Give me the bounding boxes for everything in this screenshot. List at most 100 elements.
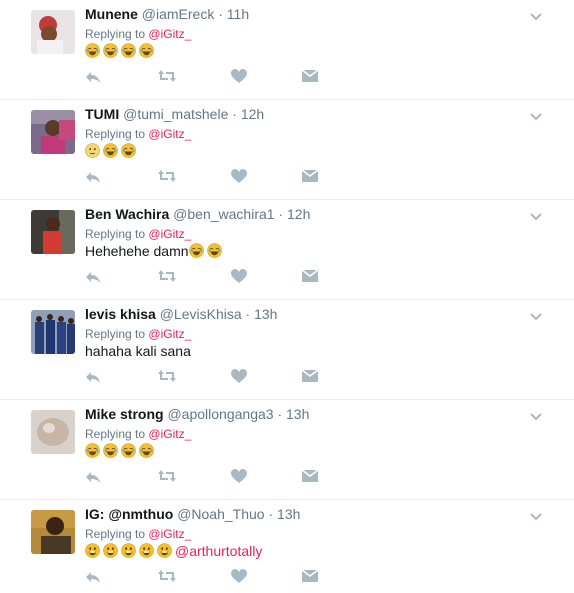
- reply-mention-link[interactable]: @iGitz_: [148, 327, 191, 341]
- tweet-time[interactable]: 11h: [227, 6, 249, 22]
- replying-to-label: Replying to: [85, 27, 146, 41]
- reply-mention-link[interactable]: @iGitz_: [148, 127, 191, 141]
- direct-message-icon[interactable]: [302, 69, 320, 85]
- joy-emoji-icon: [121, 43, 136, 58]
- author-name[interactable]: IG: @nmthuo: [85, 506, 173, 522]
- retweet-icon[interactable]: [158, 469, 176, 485]
- tweet-header: levis khisa @LevisKhisa · 13h: [85, 305, 277, 323]
- tweet-item[interactable]: Ben Wachira @ben_wachira1 · 12h Replying…: [0, 200, 574, 300]
- reply-icon[interactable]: [85, 569, 103, 585]
- replying-to-label: Replying to: [85, 427, 146, 441]
- chevron-down-icon[interactable]: [529, 109, 543, 121]
- chevron-down-icon[interactable]: [529, 409, 543, 421]
- tweet-item[interactable]: IG: @nmthuo @Noah_Thuo · 13h Replying to…: [0, 500, 574, 593]
- joy-emoji-icon: [103, 43, 118, 58]
- author-handle[interactable]: @tumi_matshele: [123, 106, 228, 122]
- mention-link[interactable]: @arthurtotally: [175, 543, 262, 559]
- retweet-icon[interactable]: [158, 569, 176, 585]
- chevron-down-icon[interactable]: [529, 509, 543, 521]
- joy-emoji-icon: [103, 443, 118, 458]
- avatar[interactable]: [31, 410, 75, 454]
- reply-icon[interactable]: [85, 169, 103, 185]
- joy-emoji-icon: [121, 143, 136, 158]
- tweet-item[interactable]: Mike strong @apollonganga3 · 13h Replyin…: [0, 400, 574, 500]
- author-name[interactable]: Munene: [85, 6, 138, 22]
- heart-icon[interactable]: [231, 69, 249, 85]
- author-handle[interactable]: @LevisKhisa: [160, 306, 242, 322]
- tweet-time[interactable]: 13h: [286, 406, 309, 422]
- direct-message-icon[interactable]: [302, 269, 320, 285]
- chevron-down-icon[interactable]: [529, 309, 543, 321]
- tweet-actions: [85, 369, 325, 387]
- retweet-icon[interactable]: [158, 269, 176, 285]
- tweet-header: Ben Wachira @ben_wachira1 · 12h: [85, 205, 310, 223]
- author-handle[interactable]: @iamEreck: [142, 6, 215, 22]
- tweet-text: [85, 142, 139, 160]
- tweet-actions: [85, 569, 325, 587]
- direct-message-icon[interactable]: [302, 469, 320, 485]
- replying-to-label: Replying to: [85, 327, 146, 341]
- author-name[interactable]: TUMI: [85, 106, 119, 122]
- avatar[interactable]: [31, 210, 75, 254]
- avatar[interactable]: [31, 510, 75, 554]
- heart-icon[interactable]: [231, 169, 249, 185]
- separator-dot: ·: [268, 506, 274, 522]
- tweet-time[interactable]: 12h: [241, 106, 264, 122]
- joy-emoji-icon: [85, 443, 100, 458]
- author-handle[interactable]: @Noah_Thuo: [177, 506, 264, 522]
- joy-emoji-icon: [139, 43, 154, 58]
- direct-message-icon[interactable]: [302, 369, 320, 385]
- heart-icon[interactable]: [231, 469, 249, 485]
- joy-emoji-icon: [188, 243, 204, 258]
- heart-icon[interactable]: [231, 569, 249, 585]
- replying-to-label: Replying to: [85, 227, 146, 241]
- avatar[interactable]: [31, 10, 75, 54]
- replying-to-label: Replying to: [85, 527, 146, 541]
- reply-mention-link[interactable]: @iGitz_: [148, 27, 191, 41]
- direct-message-icon[interactable]: [302, 569, 320, 585]
- neutral-emoji-icon: [85, 143, 100, 158]
- tweet-text-content: hahaha kali sana: [85, 343, 191, 359]
- reply-icon[interactable]: [85, 269, 103, 285]
- author-name[interactable]: levis khisa: [85, 306, 156, 322]
- direct-message-icon[interactable]: [302, 169, 320, 185]
- replying-to: Replying to @iGitz_: [85, 426, 191, 442]
- heart-icon[interactable]: [231, 269, 249, 285]
- reply-icon[interactable]: [85, 369, 103, 385]
- heart-icon[interactable]: [231, 369, 249, 385]
- grin-emoji-icon: [121, 543, 136, 558]
- tweet-time[interactable]: 12h: [287, 206, 310, 222]
- tweet-item[interactable]: TUMI @tumi_matshele · 12h Replying to @i…: [0, 100, 574, 200]
- tweet-time[interactable]: 13h: [277, 506, 300, 522]
- reply-mention-link[interactable]: @iGitz_: [148, 427, 191, 441]
- avatar-image: [31, 210, 75, 254]
- retweet-icon[interactable]: [158, 69, 176, 85]
- tweet-text-content: Hehehehe damn: [85, 243, 189, 259]
- chevron-down-icon[interactable]: [529, 209, 543, 221]
- tweet-text: @arthurtotally: [85, 542, 262, 560]
- tweet-header: Mike strong @apollonganga3 · 13h: [85, 405, 309, 423]
- reply-icon[interactable]: [85, 469, 103, 485]
- reply-mention-link[interactable]: @iGitz_: [148, 527, 191, 541]
- avatar[interactable]: [31, 110, 75, 154]
- author-handle[interactable]: @apollonganga3: [167, 406, 273, 422]
- author-name[interactable]: Ben Wachira: [85, 206, 169, 222]
- retweet-icon[interactable]: [158, 169, 176, 185]
- reply-mention-link[interactable]: @iGitz_: [148, 227, 191, 241]
- reply-icon[interactable]: [85, 69, 103, 85]
- tweet-text: hahaha kali sana: [85, 342, 191, 360]
- tweet-text: Hehehehe damn: [85, 242, 225, 260]
- tweet-time[interactable]: 13h: [254, 306, 277, 322]
- replying-to: Replying to @iGitz_: [85, 326, 191, 342]
- avatar[interactable]: [31, 310, 75, 354]
- author-handle[interactable]: @ben_wachira1: [173, 206, 274, 222]
- chevron-down-icon[interactable]: [529, 9, 543, 21]
- tweet-item[interactable]: levis khisa @LevisKhisa · 13h Replying t…: [0, 300, 574, 400]
- retweet-icon[interactable]: [158, 369, 176, 385]
- separator-dot: ·: [278, 206, 284, 222]
- avatar-image: [31, 110, 75, 154]
- author-name[interactable]: Mike strong: [85, 406, 164, 422]
- separator-dot: ·: [218, 6, 223, 22]
- tweet-item[interactable]: Munene @iamEreck · 11h Replying to @iGit…: [0, 0, 574, 100]
- replying-to: Replying to @iGitz_: [85, 26, 191, 42]
